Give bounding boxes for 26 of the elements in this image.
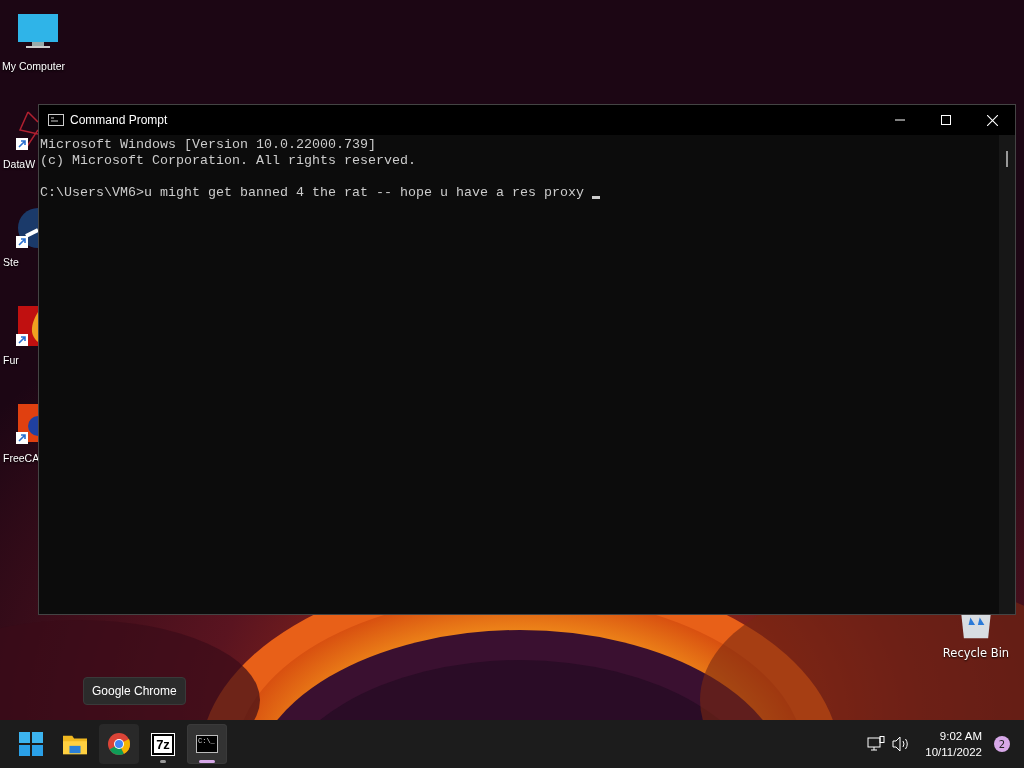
icon-label[interactable]: My Computer (0, 60, 65, 72)
console-line: C:\Users\VM6>u might get banned 4 the rat -- hope u have a res proxy (40, 185, 585, 201)
icon-label[interactable]: FreeCA (0, 452, 40, 464)
notification-badge[interactable]: 2 (994, 736, 1010, 752)
close-icon (986, 114, 998, 126)
windows-logo-icon (19, 732, 43, 756)
window-title: Command Prompt (70, 113, 168, 127)
time-text: 9:02 AM (939, 729, 982, 744)
speaker-icon[interactable] (892, 736, 911, 752)
icon-label[interactable]: Ste (0, 256, 19, 268)
console-line: (c) Microsoft Corporation. All rights reserved. (40, 153, 416, 169)
scrollbar[interactable] (999, 135, 1015, 614)
icon-label[interactable]: DataW (0, 158, 36, 170)
icon-label[interactable]: Fur (0, 354, 19, 366)
taskbar-button[interactable]: 7z (143, 724, 183, 764)
maximize-icon (941, 115, 951, 125)
date-text: 10/11/2022 (925, 745, 982, 760)
clock[interactable]: 9:02 AM 10/11/2022 (925, 728, 982, 760)
console-line: Microsoft Windows [Version 10.0.22000.739] (40, 137, 376, 153)
taskbar-button[interactable] (99, 724, 139, 764)
icon-label[interactable]: Recycle Bin (942, 646, 1010, 660)
chrome-icon (107, 732, 131, 756)
tooltip: Google Chrome (83, 677, 186, 705)
network-icon[interactable] (867, 736, 886, 752)
terminal-icon (48, 114, 64, 126)
text-cursor (591, 195, 600, 199)
